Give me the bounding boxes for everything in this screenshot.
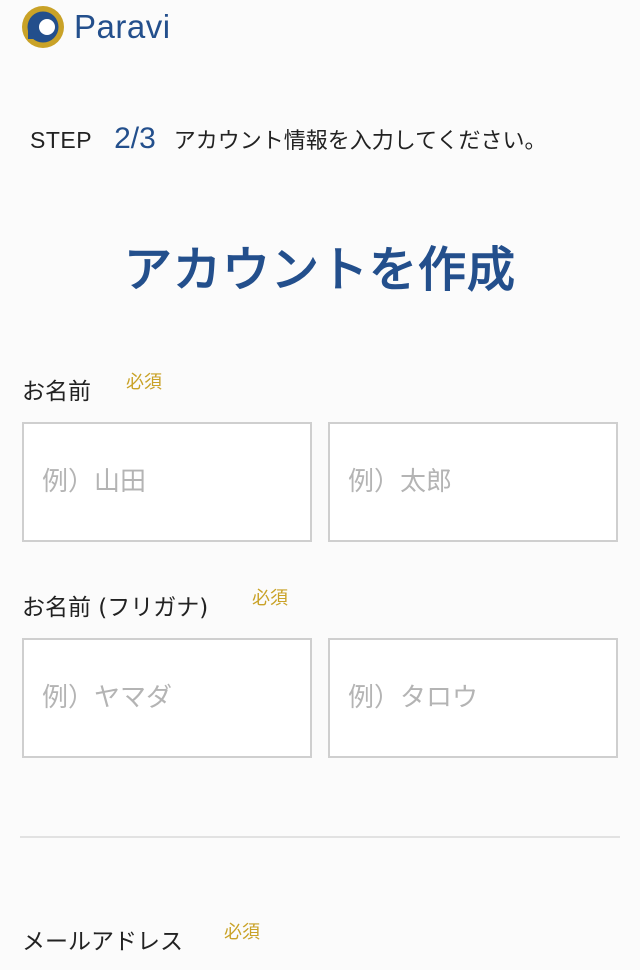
last-name-input[interactable] <box>22 422 312 542</box>
step-label: STEP <box>30 127 93 153</box>
header-logo[interactable]: Paravi <box>20 4 171 50</box>
first-name-input[interactable] <box>328 422 618 542</box>
step-indicator: STEP 2/3 アカウント情報を入力してください。 <box>30 115 620 166</box>
kana-required-badge: 必須 <box>252 588 288 609</box>
step-number: 2/3 <box>114 122 156 155</box>
kana-label: お名前 (フリガナ) <box>22 595 209 621</box>
brand-name: Paravi <box>74 8 171 45</box>
name-label: お名前 <box>22 379 91 405</box>
last-name-kana-input[interactable] <box>22 638 312 758</box>
email-label: メールアドレス <box>22 929 183 955</box>
paravi-logo-icon <box>22 6 64 48</box>
email-required-badge: 必須 <box>224 922 260 943</box>
step-description: アカウント情報を入力してください。 <box>173 129 547 154</box>
section-divider <box>20 836 620 838</box>
first-name-kana-input[interactable] <box>328 638 618 758</box>
name-required-badge: 必須 <box>126 372 162 393</box>
page-title: アカウントを作成 <box>123 242 516 298</box>
